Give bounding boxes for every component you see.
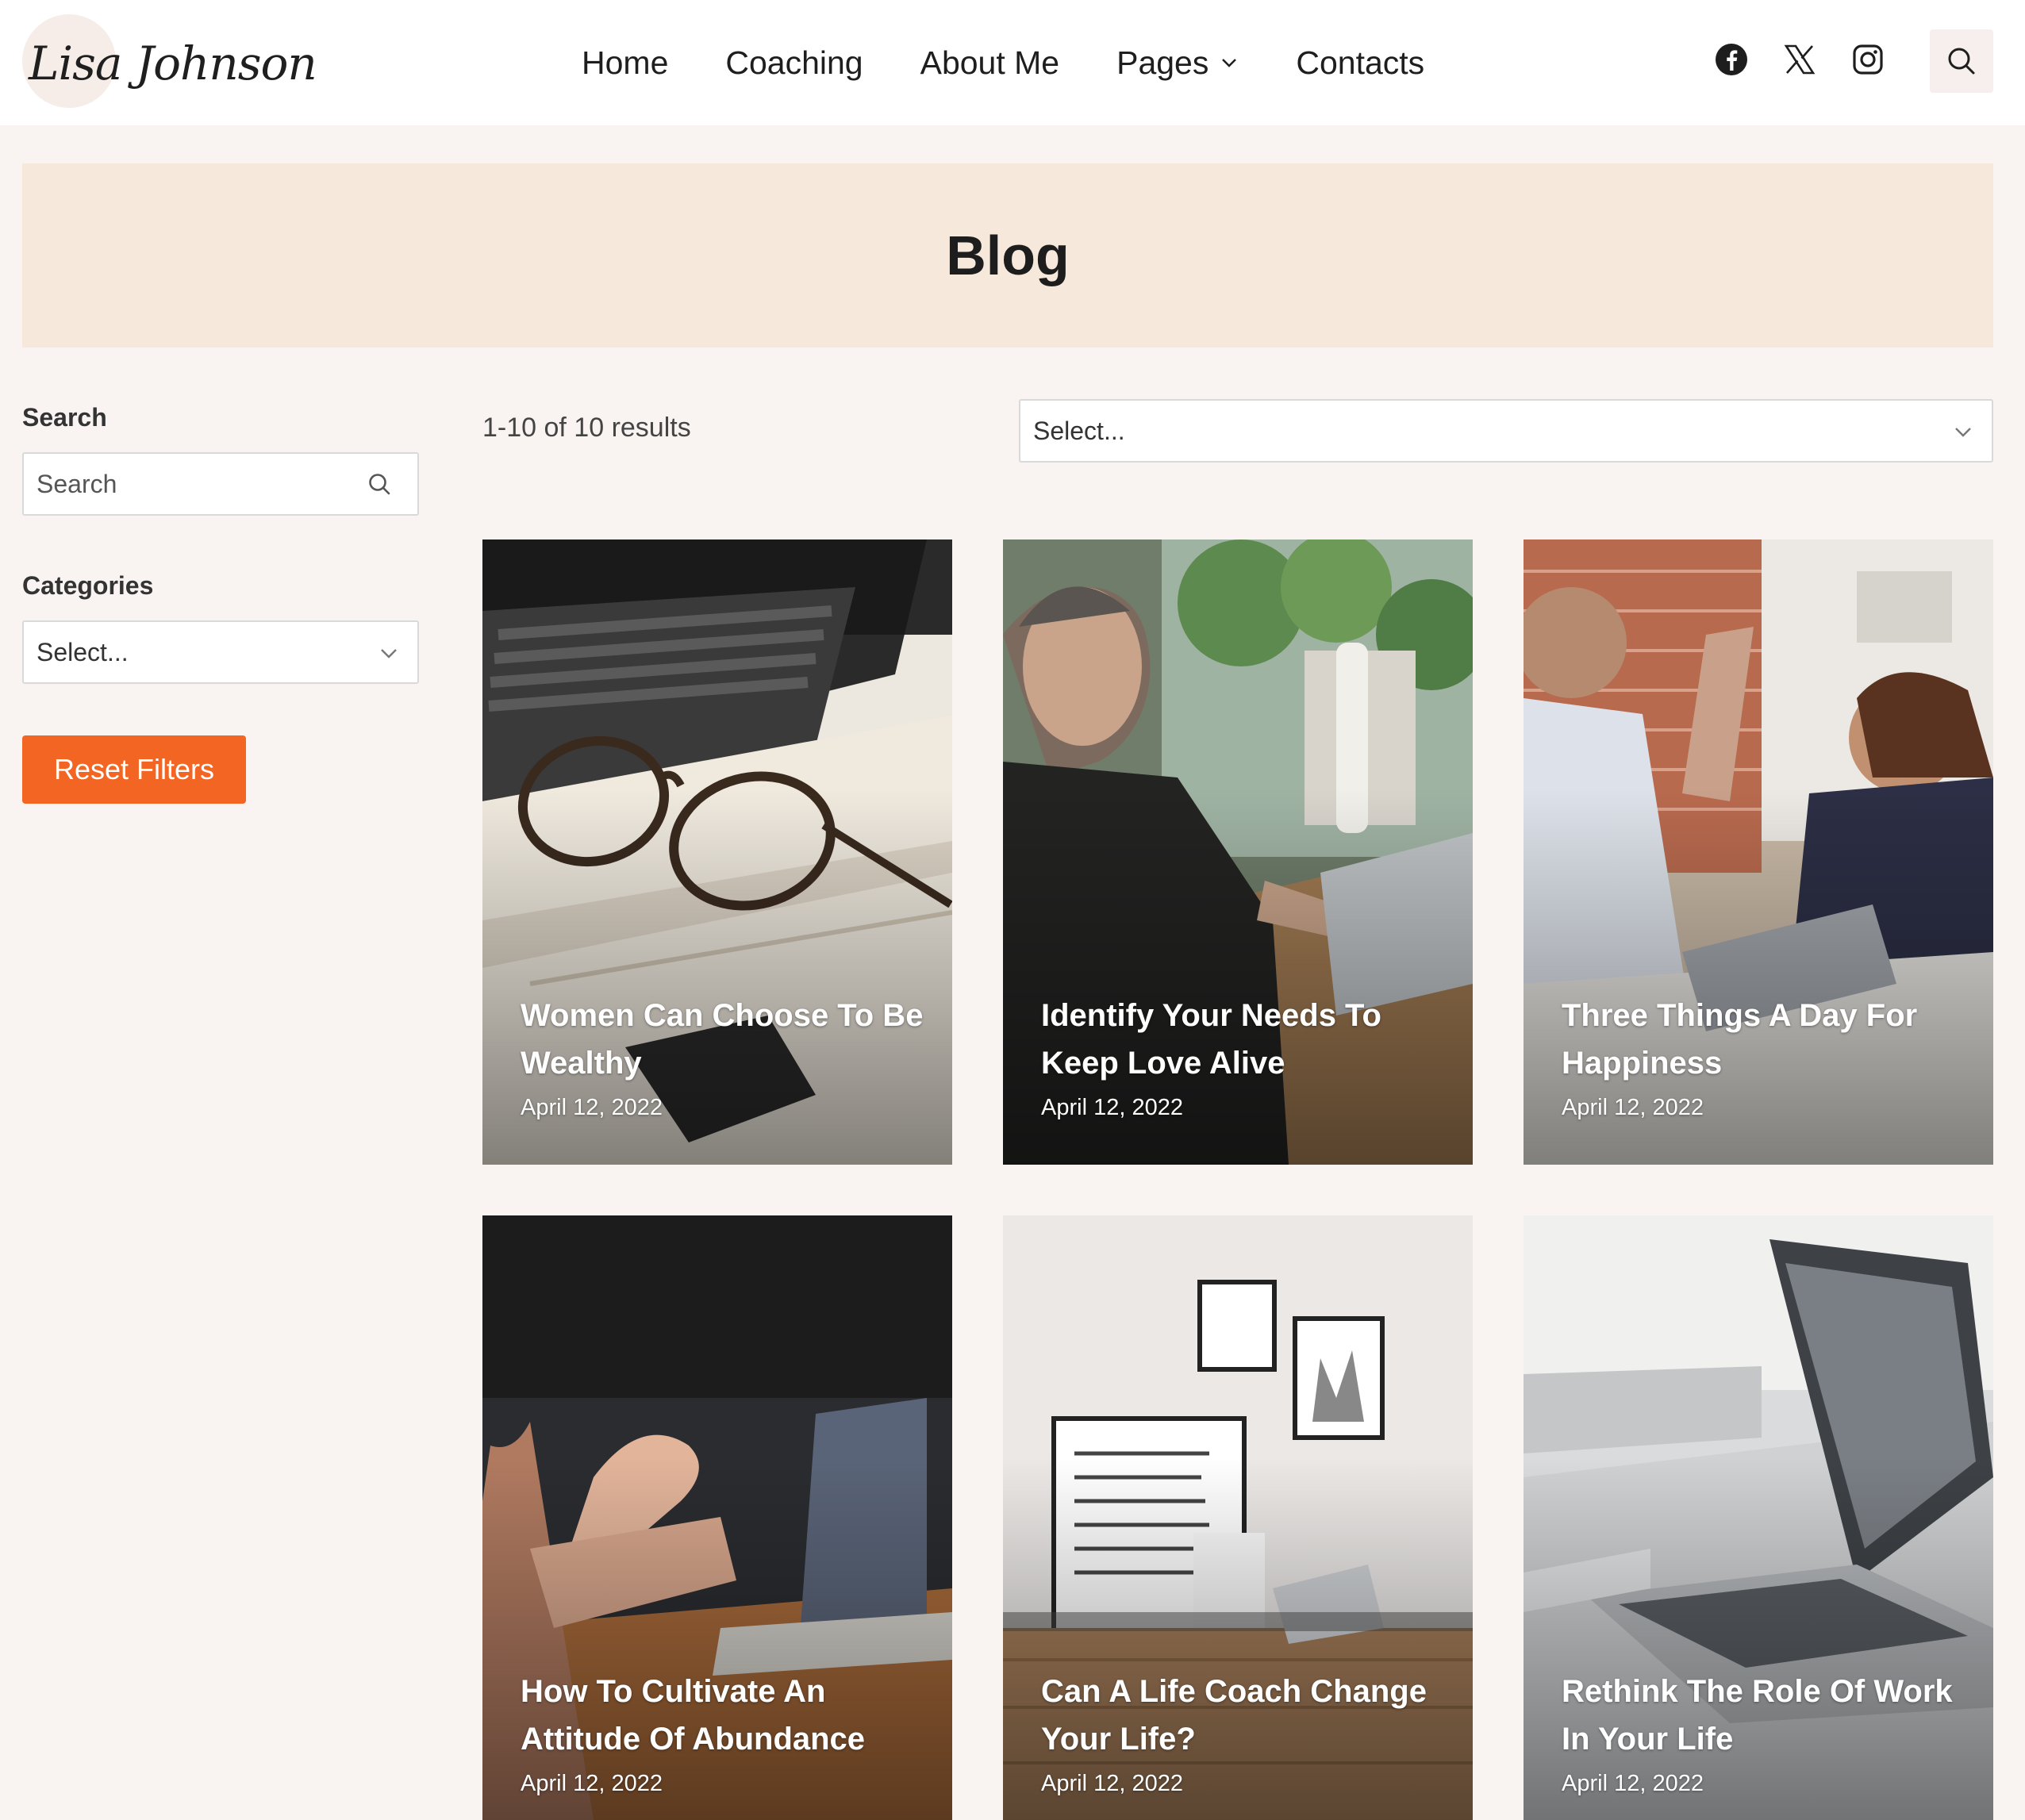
nav-contacts[interactable]: Contacts xyxy=(1296,44,1424,82)
nav-about-me-label: About Me xyxy=(920,44,1060,81)
post-title[interactable]: Rethink The Role Of Work In Your Life xyxy=(1562,1668,1966,1763)
sort-select[interactable]: Select... xyxy=(1019,399,1993,463)
chevron-down-icon xyxy=(1222,59,1237,67)
post-date: April 12, 2022 xyxy=(521,1771,663,1796)
chevron-down-icon xyxy=(381,649,397,659)
x-twitter-icon[interactable] xyxy=(1782,42,1817,77)
nav-coaching[interactable]: Coaching xyxy=(725,44,863,82)
nav-about-me[interactable]: About Me xyxy=(920,44,1060,82)
post-card[interactable]: Rethink The Role Of Work In Your Life Ap… xyxy=(1524,1215,1993,1820)
site-header: Lisa Johnson Home Coaching About Me Page… xyxy=(0,0,2025,125)
nav-pages-label: Pages xyxy=(1116,44,1209,81)
nav-home[interactable]: Home xyxy=(582,44,668,82)
site-logo[interactable]: Lisa Johnson xyxy=(22,14,317,108)
logo-text: Lisa Johnson xyxy=(29,36,317,90)
post-title[interactable]: Can A Life Coach Change Your Life? xyxy=(1041,1668,1446,1763)
card-overlay xyxy=(1524,1457,1993,1820)
search-icon[interactable] xyxy=(367,471,394,498)
results-count: 1-10 of 10 results xyxy=(482,413,691,443)
facebook-icon[interactable] xyxy=(1714,42,1749,77)
post-title[interactable]: Identify Your Needs To Keep Love Alive xyxy=(1041,992,1446,1087)
search-icon xyxy=(1948,48,1975,75)
search-input[interactable] xyxy=(37,454,354,514)
sidebar-search-field[interactable] xyxy=(22,452,419,516)
nav-contacts-label: Contacts xyxy=(1296,44,1425,81)
nav-home-label: Home xyxy=(582,44,669,81)
categories-select[interactable]: Select... xyxy=(22,620,419,684)
post-card[interactable]: Three Things A Day For Happiness April 1… xyxy=(1524,539,1993,1165)
instagram-icon[interactable] xyxy=(1850,42,1885,77)
post-date: April 12, 2022 xyxy=(1562,1771,1704,1796)
search-label: Search xyxy=(22,403,107,432)
categories-select-value: Select... xyxy=(37,638,129,666)
categories-label: Categories xyxy=(22,571,154,600)
card-overlay xyxy=(1003,1457,1473,1820)
sort-select-value: Select... xyxy=(1033,417,1125,445)
post-date: April 12, 2022 xyxy=(1562,1095,1704,1120)
post-date: April 12, 2022 xyxy=(1041,1771,1183,1796)
page-banner: Blog xyxy=(22,163,1993,347)
nav-coaching-label: Coaching xyxy=(725,44,863,81)
chevron-down-icon xyxy=(1955,428,1971,437)
card-overlay xyxy=(482,1457,952,1820)
post-title[interactable]: Three Things A Day For Happiness xyxy=(1562,992,1966,1087)
post-card[interactable]: Women Can Choose To Be Wealthy April 12,… xyxy=(482,539,952,1165)
post-title[interactable]: How To Cultivate An Attitude Of Abundanc… xyxy=(521,1668,925,1763)
page-title: Blog xyxy=(946,225,1070,286)
post-card[interactable]: Identify Your Needs To Keep Love Alive A… xyxy=(1003,539,1473,1165)
post-card[interactable]: How To Cultivate An Attitude Of Abundanc… xyxy=(482,1215,952,1820)
post-card[interactable]: Can A Life Coach Change Your Life? April… xyxy=(1003,1215,1473,1820)
post-title[interactable]: Women Can Choose To Be Wealthy xyxy=(521,992,925,1087)
post-date: April 12, 2022 xyxy=(1041,1095,1183,1120)
reset-filters-button[interactable]: Reset Filters xyxy=(22,735,246,804)
post-date: April 12, 2022 xyxy=(521,1095,663,1120)
main-nav: Home Coaching About Me Pages Contacts xyxy=(582,40,1424,86)
nav-pages[interactable]: Pages xyxy=(1116,44,1239,82)
header-search-button[interactable] xyxy=(1930,29,1993,93)
